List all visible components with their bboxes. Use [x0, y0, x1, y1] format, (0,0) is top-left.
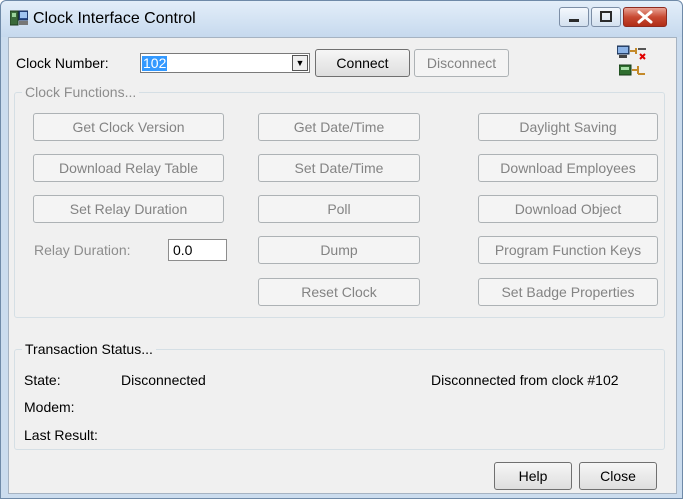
daylight-saving-button[interactable]: Daylight Saving — [478, 113, 658, 141]
last-result-label: Last Result: — [24, 427, 98, 443]
clock-number-value[interactable]: 102 — [142, 56, 168, 71]
minimize-icon — [569, 19, 579, 22]
title-bar[interactable]: Clock Interface Control — [1, 1, 682, 37]
app-icon — [10, 10, 28, 26]
clock-number-label: Clock Number: — [16, 55, 109, 71]
state-value: Disconnected — [121, 372, 206, 388]
dump-button[interactable]: Dump — [258, 236, 420, 264]
transaction-status-group: Transaction Status... — [14, 341, 665, 450]
network-disconnected-icon — [617, 45, 646, 60]
set-badge-properties-button[interactable]: Set Badge Properties — [478, 278, 658, 306]
help-button[interactable]: Help — [494, 462, 572, 490]
device-link-icon — [619, 64, 645, 76]
clock-functions-caption: Clock Functions... — [22, 84, 140, 100]
download-relay-table-button[interactable]: Download Relay Table — [33, 154, 224, 182]
transaction-status-caption: Transaction Status... — [22, 341, 156, 357]
get-clock-version-button[interactable]: Get Clock Version — [33, 113, 224, 141]
close-window-button[interactable] — [623, 7, 667, 27]
chevron-down-icon[interactable]: ▼ — [292, 55, 308, 71]
maximize-button[interactable] — [591, 7, 621, 27]
state-label: State: — [24, 372, 61, 388]
status-message: Disconnected from clock #102 — [431, 372, 619, 388]
disconnect-button[interactable]: Disconnect — [414, 49, 509, 77]
relay-duration-input[interactable]: 0.0 — [168, 239, 227, 261]
download-employees-button[interactable]: Download Employees — [478, 154, 658, 182]
program-function-keys-button[interactable]: Program Function Keys — [478, 236, 658, 264]
minimize-button[interactable] — [559, 7, 589, 27]
clock-number-combo[interactable]: 102 ▼ — [140, 53, 310, 73]
clock-interface-window: Clock Interface Control Clock Number: 10… — [0, 0, 683, 499]
window-title: Clock Interface Control — [33, 10, 196, 27]
connect-button[interactable]: Connect — [315, 49, 410, 77]
dialog-body: Clock Number: 102 ▼ Connect Disconnect C… — [8, 37, 677, 494]
poll-button[interactable]: Poll — [258, 195, 420, 223]
close-button[interactable]: Close — [579, 462, 657, 490]
maximize-icon — [600, 11, 612, 22]
download-object-button[interactable]: Download Object — [478, 195, 658, 223]
relay-duration-label: Relay Duration: — [34, 242, 131, 258]
modem-label: Modem: — [24, 399, 75, 415]
reset-clock-button[interactable]: Reset Clock — [258, 278, 420, 306]
set-date-time-button[interactable]: Set Date/Time — [258, 154, 420, 182]
get-date-time-button[interactable]: Get Date/Time — [258, 113, 420, 141]
set-relay-duration-button[interactable]: Set Relay Duration — [33, 195, 224, 223]
close-icon — [637, 10, 653, 24]
